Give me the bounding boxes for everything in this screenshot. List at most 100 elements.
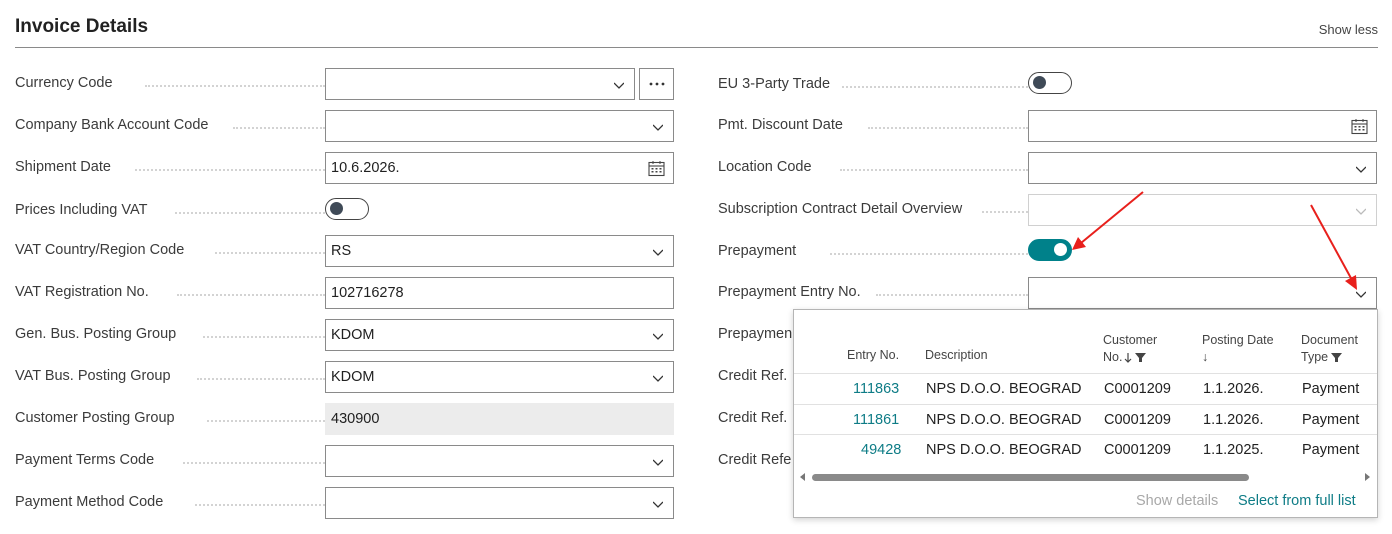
subscription-contract-detail-select[interactable] [1028,194,1377,226]
chevron-down-icon [653,249,663,256]
posting-date-cell: 1.1.2026. [1203,381,1264,397]
document-type-cell: Payment [1302,412,1360,428]
leader-dots [842,86,1028,88]
location-code-select[interactable] [1028,152,1377,184]
chevron-down-icon [653,459,663,466]
more-options-button[interactable] [639,68,674,100]
field-label: Credit Ref. [718,368,788,384]
posting-date-cell: 1.1.2026. [1203,412,1264,428]
table-row[interactable]: 49428 NPS D.O.O. BEOGRAD C0001209 1.1.20… [794,434,1377,465]
field-label: Subscription Contract Detail Overview [718,201,963,217]
show-details-button: Show details [1136,493,1219,509]
vat-registration-input[interactable]: 102716278 [325,277,674,309]
show-less-link[interactable]: Show less [1319,22,1378,37]
scroll-left-icon[interactable] [800,473,806,481]
posting-date-cell: 1.1.2025. [1203,442,1264,458]
field-label: Gen. Bus. Posting Group [15,326,177,342]
field-value: 102716278 [331,285,404,301]
table-row[interactable]: 111863 NPS D.O.O. BEOGRAD C0001209 1.1.2… [794,373,1377,404]
column-header-document-type[interactable]: Document Type [1301,332,1358,366]
leader-dots [175,212,325,214]
header-line: Document [1301,333,1358,347]
currency-code-select[interactable] [325,68,635,100]
column-header-customer-no[interactable]: Customer No. [1103,332,1157,366]
prices-including-vat-toggle[interactable] [325,198,369,220]
calendar-icon[interactable] [1351,118,1368,135]
field-credit-ref-2: Credit Ref. [718,403,798,435]
entry-no-link[interactable]: 111861 [853,412,899,428]
leader-dots [830,253,1028,255]
eu-3-party-trade-toggle[interactable] [1028,72,1072,94]
field-label: VAT Bus. Posting Group [15,368,171,384]
scrollbar-thumb[interactable] [812,474,1249,481]
scroll-right-icon[interactable] [1364,473,1370,481]
column-header-description[interactable]: Description [925,347,988,364]
entry-no-link[interactable]: 49428 [861,442,901,458]
field-gen-bus-posting-group: Gen. Bus. Posting Group KDOM [15,319,675,351]
prepayment-entry-no-select[interactable] [1028,277,1377,309]
customer-no-cell: C0001209 [1104,442,1171,458]
ellipsis-icon [649,82,664,86]
payment-terms-select[interactable] [325,445,674,477]
customer-posting-group-value: 430900 [325,403,674,435]
pmt-discount-date-input[interactable] [1028,110,1377,142]
customer-no-cell: C0001209 [1104,412,1171,428]
payment-method-select[interactable] [325,487,674,519]
field-label: EU 3-Party Trade [718,76,831,92]
field-label: Shipment Date [15,159,111,175]
field-customer-posting-group: Customer Posting Group 430900 [15,403,675,435]
vat-country-region-select[interactable]: RS [325,235,674,267]
field-label: VAT Registration No. [15,284,149,300]
field-label: Prepaymen [718,326,793,342]
field-eu-3-party-trade: EU 3-Party Trade [718,71,1378,103]
field-payment-terms-code: Payment Terms Code [15,445,675,477]
leader-dots [177,294,325,296]
field-location-code: Location Code [718,152,1378,184]
leader-dots [215,252,325,254]
field-pmt-discount-date: Pmt. Discount Date [718,110,1378,142]
field-credit-ref-1: Credit Ref. [718,361,798,393]
field-label: Credit Refe [718,452,792,468]
document-type-cell: Payment [1302,381,1360,397]
column-header-posting-date[interactable]: Posting Date ↓ [1202,332,1274,366]
company-bank-account-select[interactable] [325,110,674,142]
field-payment-method-code: Payment Method Code [15,487,675,519]
field-label: Prepayment [718,243,797,259]
chevron-down-icon [614,82,624,89]
header-line: No. [1103,350,1123,364]
entry-no-link[interactable]: 111863 [853,381,899,397]
shipment-date-input[interactable]: 10.6.2026. [325,152,674,184]
gen-bus-posting-group-select[interactable]: KDOM [325,319,674,351]
field-label: Prepayment Entry No. [718,284,861,300]
column-header-entry-no[interactable]: Entry No. [847,347,899,364]
chevron-down-icon [653,375,663,382]
field-label: Payment Method Code [15,494,164,510]
chevron-down-icon [653,333,663,340]
leader-dots [207,420,325,422]
description-cell: NPS D.O.O. BEOGRAD [926,381,1082,397]
calendar-icon[interactable] [648,160,665,177]
table-row[interactable]: 111861 NPS D.O.O. BEOGRAD C0001209 1.1.2… [794,404,1377,435]
prepayment-entry-lookup: Entry No. Description Customer No. Posti… [793,309,1378,518]
leader-dots [195,504,325,506]
select-from-full-list-link[interactable]: Select from full list [1238,493,1356,509]
prepayment-toggle[interactable] [1028,239,1072,261]
chevron-down-icon[interactable] [1356,289,1366,299]
chevron-down-icon [653,124,663,131]
field-currency-code: Currency Code [15,68,675,100]
field-label: Payment Terms Code [15,452,155,468]
field-label: Location Code [718,159,812,175]
leader-dots [203,336,325,338]
field-vat-bus-posting-group: VAT Bus. Posting Group KDOM [15,361,675,393]
field-label: Currency Code [15,75,113,91]
section-header: Invoice Details Show less [15,14,1378,48]
chevron-down-icon [1356,208,1366,215]
field-value: 430900 [331,411,380,427]
field-label: Credit Ref. [718,410,788,426]
chevron-down-icon [1356,166,1366,173]
horizontal-scrollbar[interactable] [800,472,1370,482]
field-label: Prices Including VAT [15,202,148,218]
vat-bus-posting-group-select[interactable]: KDOM [325,361,674,393]
field-shipment-date: Shipment Date 10.6.2026. [15,152,675,184]
toggle-knob [1033,76,1046,89]
